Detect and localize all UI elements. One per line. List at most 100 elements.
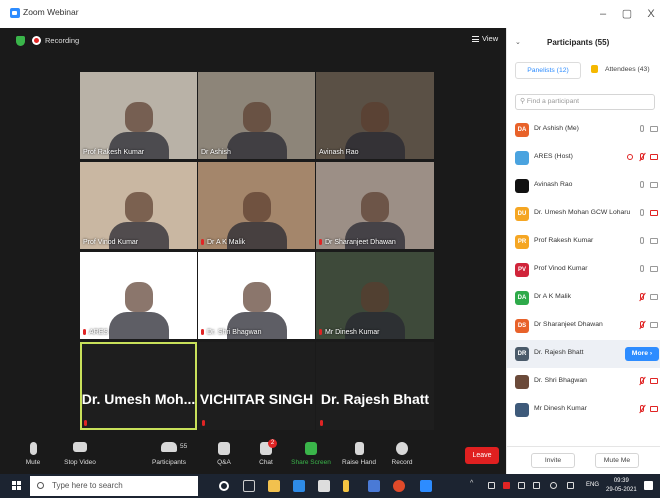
name-tile[interactable]: VICHITAR SINGH — [198, 342, 315, 430]
microphone-icon[interactable] — [640, 125, 644, 132]
avatar: DR — [515, 347, 529, 361]
app-icon[interactable] — [368, 480, 380, 492]
tab-attendees[interactable]: Attendees (43) — [589, 62, 655, 79]
muted-microphone-icon — [83, 329, 86, 335]
video-tile[interactable]: Mr Dinesh Kumar — [316, 252, 434, 339]
close-button[interactable]: X — [642, 5, 660, 23]
qa-icon — [218, 442, 230, 455]
mail-icon[interactable] — [293, 480, 305, 492]
network-icon[interactable] — [567, 482, 574, 489]
video-tile[interactable]: Prof Rakesh Kumar — [80, 72, 197, 159]
participant-row[interactable]: PR Prof Rakesh Kumar — [507, 228, 660, 256]
microphone-icon[interactable] — [640, 237, 644, 244]
muted-microphone-icon[interactable] — [640, 405, 644, 412]
restore-button[interactable]: ▢ — [618, 5, 636, 23]
view-button[interactable]: View — [472, 34, 498, 43]
battery-icon[interactable] — [533, 482, 540, 489]
task-view-icon[interactable] — [243, 480, 255, 492]
video-tile-name-text: Dr Ashish — [201, 149, 231, 156]
dropbox-icon[interactable] — [318, 480, 330, 492]
video-camera-icon[interactable] — [650, 322, 658, 328]
participant-row[interactable]: Dr. Shri Bhagwan — [507, 368, 660, 396]
muted-microphone-icon[interactable] — [640, 377, 644, 384]
video-tile-name: Dr A K Malik — [201, 239, 245, 246]
muted-microphone-icon[interactable] — [640, 153, 644, 160]
participant-row[interactable]: ARES (Host) — [507, 144, 660, 172]
minimize-button[interactable]: – — [594, 5, 612, 23]
muted-microphone-icon[interactable] — [640, 293, 644, 300]
mute-button[interactable]: Mute — [6, 442, 60, 466]
participant-row[interactable]: DA Dr Ashish (Me) — [507, 116, 660, 144]
video-tile[interactable]: Dr Sharanjeet Dhawan — [316, 162, 434, 249]
chevron-down-icon[interactable]: ⌄ — [515, 38, 521, 46]
mute-me-button[interactable]: Mute Me — [595, 453, 639, 468]
name-tile[interactable]: Dr. Rajesh Bhatt — [316, 342, 434, 430]
name-tile[interactable]: Dr. Umesh Moh... — [80, 342, 197, 430]
avatar: PR — [515, 235, 529, 249]
tray-icon[interactable] — [518, 482, 525, 489]
video-tile[interactable]: Dr Ashish — [198, 72, 315, 159]
participant-name: ARES (Host) — [534, 153, 573, 160]
record-button[interactable]: Record — [375, 442, 429, 466]
windows-start-icon[interactable] — [12, 481, 22, 491]
participant-row[interactable]: PV Prof Vinod Kumar — [507, 256, 660, 284]
participant-row[interactable]: DA Dr A K Malik — [507, 284, 660, 312]
video-tile-name-text: Prof Vinod Kumar — [83, 239, 139, 246]
video-camera-icon[interactable] — [650, 182, 658, 188]
participant-video — [361, 102, 389, 132]
video-off-icon[interactable] — [650, 210, 658, 216]
participant-row[interactable]: Avinash Rao — [507, 172, 660, 200]
leave-button[interactable]: Leave — [465, 447, 499, 464]
tab-panelists[interactable]: Panelists (12) — [515, 62, 581, 79]
microphone-icon[interactable] — [640, 265, 644, 272]
microphone-icon[interactable] — [640, 181, 644, 188]
participant-row[interactable]: Mr Dinesh Kumar — [507, 396, 660, 424]
cortana-icon[interactable] — [219, 481, 229, 491]
recording-icon — [32, 36, 41, 45]
video-off-icon[interactable] — [650, 406, 658, 412]
app-icon[interactable] — [343, 480, 349, 492]
video-tile[interactable]: Prof Vinod Kumar — [80, 162, 197, 249]
video-off-icon[interactable] — [650, 378, 658, 384]
taskbar-search-input[interactable]: Type here to search — [30, 476, 198, 496]
participant-video — [242, 102, 271, 132]
tray-icon[interactable] — [503, 482, 510, 489]
language-indicator[interactable]: ENG — [586, 482, 599, 488]
video-tile[interactable]: ARES — [80, 252, 197, 339]
volume-icon[interactable] — [550, 482, 557, 489]
tray-icon[interactable] — [488, 482, 495, 489]
chat-label: Chat — [259, 459, 273, 466]
zoom-taskbar-icon[interactable] — [420, 480, 432, 492]
muted-microphone-icon — [319, 239, 322, 245]
participants-button[interactable]: Participants — [142, 442, 196, 466]
file-explorer-icon[interactable] — [268, 480, 280, 492]
video-off-icon[interactable] — [650, 154, 658, 160]
view-label: View — [482, 34, 499, 43]
share-screen-button[interactable]: Share Screen — [284, 442, 338, 466]
participants-label: Participants — [152, 459, 186, 466]
video-tile[interactable]: Avinash Rao — [316, 72, 434, 159]
participant-name: Dr A K Malik — [534, 293, 572, 300]
more-button[interactable]: More › — [625, 347, 659, 361]
participant-video — [124, 102, 153, 132]
participant-video — [124, 282, 153, 312]
video-camera-icon[interactable] — [650, 266, 658, 272]
participant-search-input[interactable]: ⚲ Find a participant — [515, 94, 655, 110]
shield-icon[interactable] — [16, 36, 25, 46]
microphone-icon[interactable] — [640, 209, 644, 216]
chrome-icon[interactable] — [393, 480, 405, 492]
chevron-up-icon[interactable]: ^ — [470, 480, 477, 487]
video-tile[interactable]: Dr. Shri Bhagwan — [198, 252, 315, 339]
participant-row[interactable]: DR Dr. Rajesh Bhatt More › — [507, 340, 660, 368]
video-camera-icon[interactable] — [650, 126, 658, 132]
video-camera-icon[interactable] — [650, 294, 658, 300]
notification-icon[interactable] — [644, 481, 653, 490]
video-tile[interactable]: Dr A K Malik — [198, 162, 315, 249]
invite-button[interactable]: Invite — [531, 453, 575, 468]
participant-row[interactable]: DU Dr. Umesh Mohan GCW Loharu — [507, 200, 660, 228]
participant-row[interactable]: DS Dr Sharanjeet Dhawan — [507, 312, 660, 340]
stop-video-button[interactable]: Stop Video — [53, 442, 107, 466]
clock[interactable]: 09:39 29-05-2021 — [606, 477, 637, 495]
muted-microphone-icon[interactable] — [640, 321, 644, 328]
video-camera-icon[interactable] — [650, 238, 658, 244]
